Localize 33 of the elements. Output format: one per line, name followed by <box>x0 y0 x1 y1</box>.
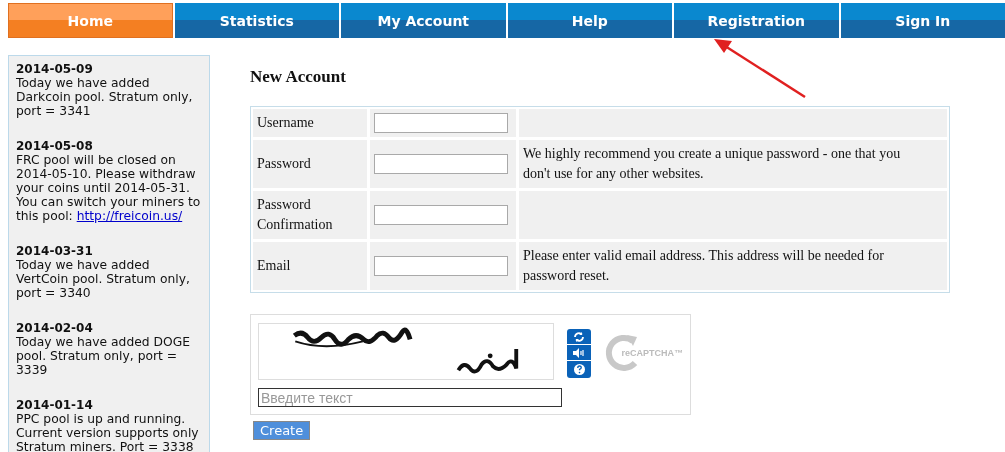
captcha-input[interactable]: Введите текст <box>258 388 562 407</box>
table-cell: Please enter valid email address. This address will be needed for password reset. <box>519 242 947 290</box>
help-icon[interactable] <box>567 361 592 378</box>
table-cell: We highly recommend you create a unique password - one that you don't use for any other websites. <box>519 140 947 188</box>
speaker-icon[interactable] <box>567 345 592 361</box>
nav-tab[interactable]: Sign In <box>840 3 1005 38</box>
nav-tab[interactable]: Registration <box>674 3 839 38</box>
news-date: 2014-01-14 <box>16 398 94 412</box>
news-link[interactable]: http://freicoin.us/ <box>76 209 183 223</box>
nav-tab[interactable]: Statistics <box>174 3 339 38</box>
news-text: Today we have added DOGE pool. Stratum only, port = 3339 <box>16 335 191 377</box>
create-button[interactable]: Create <box>253 421 311 440</box>
table-cell: Password Confirmation <box>253 191 367 239</box>
input-field[interactable] <box>374 154 508 174</box>
news-date: 2014-03-31 <box>16 244 94 258</box>
input-field[interactable] <box>374 113 508 133</box>
news-text: FRC pool will be closed on 2014-05-10. Please withdraw your coins until 2014-05-31. You can switch your miners to this pool: http://freicoin.us/ <box>16 153 202 223</box>
table-cell: Email <box>253 242 367 290</box>
refresh-icon[interactable] <box>567 329 592 345</box>
input-field[interactable] <box>374 256 508 276</box>
form-title: New Account <box>250 67 347 87</box>
nav-tab[interactable]: My Account <box>341 3 506 38</box>
news-text: Today we have added Darkcoin pool. Stratum only, port = 3341 <box>16 76 194 118</box>
recaptcha-logo-text: reCAPTCHA™ <box>621 348 683 358</box>
news-text: PPC pool is up and running. Current version supports only Stratum miners. Port = 3338 <box>16 412 200 452</box>
table-cell: Password <box>253 140 367 188</box>
input-field[interactable] <box>374 205 508 225</box>
news-text: Today we have added VertCoin pool. Stratum only, port = 3340 <box>16 258 191 300</box>
table-cell: Username <box>253 109 367 137</box>
news-date: 2014-05-09 <box>16 62 94 76</box>
news-date: 2014-02-04 <box>16 321 94 335</box>
news-date: 2014-05-08 <box>16 139 94 153</box>
nav-tab[interactable]: Help <box>507 3 672 38</box>
